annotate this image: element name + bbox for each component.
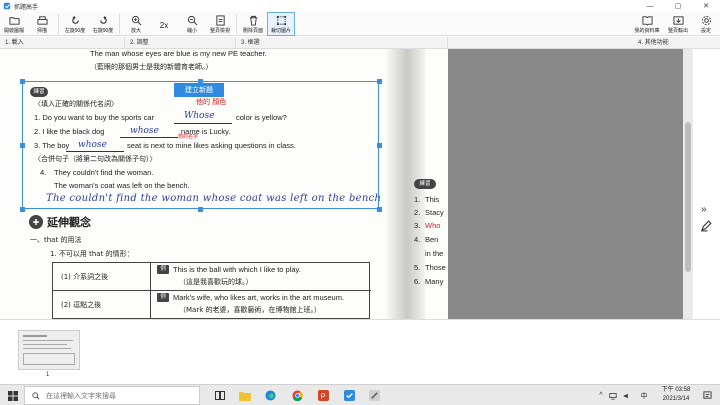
section-heading: 延伸觀念 xyxy=(47,216,91,229)
doc-line: Those xyxy=(425,263,446,272)
zoom-out-button[interactable]: 縮小 xyxy=(178,12,206,36)
doc-line: Who xyxy=(425,221,441,230)
file-explorer-icon[interactable] xyxy=(237,385,253,405)
minimize-icon[interactable]: — xyxy=(636,0,664,12)
window-title: 抓題高手 xyxy=(14,4,39,11)
rotate-left-button[interactable]: 左旋90度 xyxy=(61,12,89,36)
scanned-page: The man whose eyes are blue is my new PE… xyxy=(0,49,448,319)
rotate-left-icon xyxy=(71,15,79,24)
zoom-in-icon xyxy=(131,15,141,25)
scanner-icon xyxy=(36,15,48,25)
trash-icon xyxy=(249,15,257,26)
doc-line: The man whose eyes are blue is my new PE… xyxy=(90,49,267,58)
step-other[interactable]: 4. 其他功能 xyxy=(448,37,720,49)
fit-page-icon xyxy=(215,14,225,26)
doc-line: （藍眼的那個男士是我的新體育老師。） xyxy=(90,63,213,71)
rotate-right-icon xyxy=(99,15,107,24)
document-canvas[interactable]: The man whose eyes are blue is my new PE… xyxy=(0,49,693,319)
crop-select-icon xyxy=(276,15,286,25)
vertical-scrollbar[interactable] xyxy=(683,49,693,319)
powerpoint-icon[interactable]: P xyxy=(315,385,331,405)
settings-button[interactable]: 設定 xyxy=(692,12,720,36)
resize-handle[interactable] xyxy=(377,207,382,212)
tray-chevron-icon[interactable]: ^ xyxy=(596,385,606,405)
toolbar: 開啟圖檔 掃描 左旋90度 右旋90度 放大 2x 縮小 整頁檢視 刪除頁面 裁… xyxy=(0,12,720,36)
edge-browser-icon[interactable] xyxy=(262,385,278,405)
doc-line: Ben xyxy=(425,235,439,244)
thumbnail-strip: 1 xyxy=(0,319,720,379)
app-logo-icon xyxy=(3,2,11,10)
notification-icon[interactable] xyxy=(700,385,714,405)
step-load[interactable]: 1. 載入 xyxy=(0,37,125,49)
table-row: (2) 逗點之後 例 Mark's wife, who likes art, w… xyxy=(53,291,371,319)
pen-icon[interactable] xyxy=(700,219,713,232)
crop-selection-box[interactable] xyxy=(22,81,379,209)
step-select[interactable]: 3. 框選 xyxy=(236,37,448,49)
ime-indicator[interactable]: 中 xyxy=(636,385,652,405)
title-bar: 抓題高手 — ▢ ✕ xyxy=(0,0,720,12)
my-database-button[interactable]: 我的資料庫 xyxy=(630,12,664,36)
concept-icon xyxy=(29,215,43,229)
crop-image-button[interactable]: 裁切圖片 xyxy=(267,12,295,36)
resize-handle[interactable] xyxy=(20,79,25,84)
zoom-level: 2x xyxy=(159,20,169,30)
scrollbar-thumb[interactable] xyxy=(685,122,691,272)
snipping-tool-icon[interactable] xyxy=(366,385,382,405)
doc-line: in the xyxy=(425,249,444,258)
rotate-right-button[interactable]: 右旋90度 xyxy=(89,12,117,36)
gear-icon xyxy=(701,15,711,25)
facing-page: 練習 1. This 2. Stacy 3. Who 4. Ben in the… xyxy=(414,179,446,286)
chrome-browser-icon[interactable] xyxy=(289,385,305,405)
doc-line: Many xyxy=(425,277,444,286)
book-icon xyxy=(641,15,653,26)
windows-start-icon[interactable] xyxy=(4,385,22,405)
resize-handle[interactable] xyxy=(198,207,203,212)
page-thumbnail[interactable] xyxy=(18,330,80,370)
search-icon xyxy=(32,391,40,399)
resize-handle[interactable] xyxy=(377,79,382,84)
volume-icon[interactable] xyxy=(622,385,632,405)
taskbar-search[interactable] xyxy=(24,386,200,405)
scan-button[interactable]: 掃描 xyxy=(28,12,56,36)
resize-handle[interactable] xyxy=(20,207,25,212)
export-button[interactable]: 整頁輸出 xyxy=(664,12,692,36)
taskbar: P ^ 中 下午 03:58 2021/3/14 xyxy=(0,384,720,405)
doc-line: This xyxy=(425,195,440,204)
table-row: (1) 介系詞之後 例 This is the ball with which … xyxy=(53,263,371,291)
thumbnail-number: 1 xyxy=(46,372,50,378)
create-question-button[interactable]: 建立新題 xyxy=(174,83,224,97)
step-adjust[interactable]: 2. 調整 xyxy=(125,37,236,49)
resize-handle[interactable] xyxy=(377,143,382,148)
zoom-in-button[interactable]: 放大 xyxy=(122,12,150,36)
delete-page-button[interactable]: 刪除頁面 xyxy=(239,12,267,36)
folder-open-icon xyxy=(8,16,20,25)
close-icon[interactable]: ✕ xyxy=(692,0,720,12)
scanner-app-icon[interactable] xyxy=(341,385,357,405)
zoom-out-icon xyxy=(187,15,197,25)
network-icon[interactable] xyxy=(608,385,618,405)
svg-text:P: P xyxy=(320,391,325,400)
fit-page-button[interactable]: 整頁檢視 xyxy=(206,12,234,36)
resize-handle[interactable] xyxy=(20,143,25,148)
usage-table: (1) 介系詞之後 例 This is the ball with which … xyxy=(52,262,371,319)
system-clock[interactable]: 下午 03:58 2021/3/14 xyxy=(656,386,696,404)
collapse-panel-icon[interactable]: » xyxy=(701,204,707,215)
doc-line: Stacy xyxy=(425,208,444,217)
open-file-button[interactable]: 開啟圖檔 xyxy=(0,12,28,36)
search-input[interactable] xyxy=(46,391,196,400)
maximize-icon[interactable]: ▢ xyxy=(664,0,692,12)
side-tools: » xyxy=(693,49,720,319)
doc-line: 一、that 的用法 xyxy=(30,236,82,244)
doc-line: 1. 不可以用 that 的情形： xyxy=(50,250,134,258)
step-bar: 1. 載入 2. 調整 3. 框選 4. 其他功能 xyxy=(0,37,720,49)
task-view-icon[interactable] xyxy=(212,385,228,405)
export-icon xyxy=(672,15,684,25)
